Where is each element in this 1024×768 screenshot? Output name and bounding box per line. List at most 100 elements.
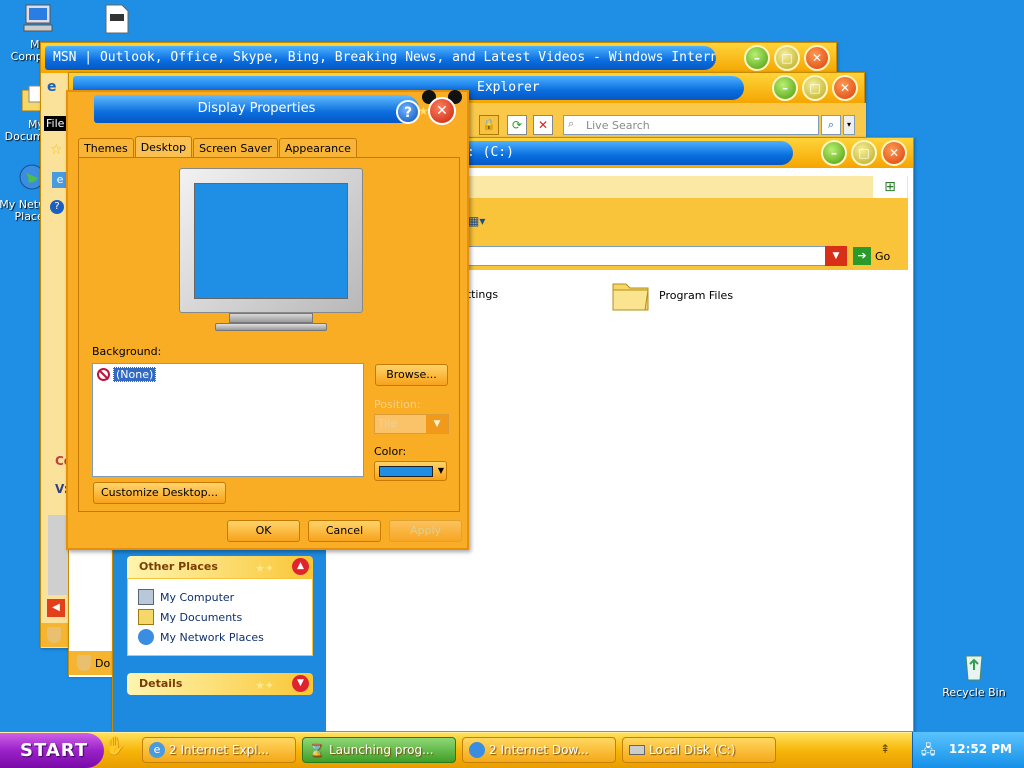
taskbar-button-label: Launching prog... <box>329 743 434 757</box>
cancel-button[interactable]: Cancel <box>308 520 381 542</box>
close-button[interactable]: ✕ <box>832 75 858 101</box>
other-places-link-my-computer[interactable]: My Computer <box>138 589 234 605</box>
favorites-star-icon[interactable]: ☆ <box>50 142 63 158</box>
other-places-body: My Computer My Documents My Network Plac… <box>127 578 313 656</box>
folder-icon <box>612 283 649 311</box>
tab-desktop[interactable]: Desktop <box>134 136 193 158</box>
tab-appearance[interactable]: Appearance <box>278 138 357 158</box>
other-places-link-my-documents[interactable]: My Documents <box>138 609 242 625</box>
link-label: My Computer <box>160 590 235 604</box>
network-small-icon <box>138 629 154 645</box>
status-text: Do <box>95 657 111 670</box>
my-computer-small-icon <box>138 589 154 605</box>
scroll-left-button[interactable]: ◀ <box>47 599 65 617</box>
monitor-base <box>215 323 327 331</box>
position-select[interactable]: Tile ▼ <box>374 414 449 434</box>
network-tray-icon[interactable]: 🖧 <box>921 741 936 763</box>
my-computer-icon <box>23 4 53 32</box>
minimize-button[interactable]: – <box>772 75 798 101</box>
taskbar-button-internet-explorer[interactable]: e 2 Internet Expl... <box>142 737 296 763</box>
chevron-down-icon: ▼ <box>437 466 444 475</box>
desktop-icon-recycle-bin[interactable]: Recycle Bin <box>938 650 1010 699</box>
dialog-close-button[interactable]: ✕ <box>428 97 456 125</box>
browse-button[interactable]: Browse... <box>375 364 448 386</box>
desktop-tab-panel: Background: (None) Browse... Position: T… <box>78 157 460 512</box>
no-image-icon <box>97 368 110 381</box>
collapse-chevron-icon[interactable]: ▲ <box>292 558 309 575</box>
clock[interactable]: 12:52 PM <box>949 742 1012 756</box>
go-label: Go <box>875 249 891 263</box>
stars-decoration: ★✦ <box>255 562 275 575</box>
link-label: My Network Places <box>160 630 264 644</box>
search-dropdown-button[interactable]: ▾ <box>843 115 855 135</box>
taskbar-button-label: 2 Internet Dow... <box>489 743 589 757</box>
taskbar-button-launching[interactable]: ⌛ Launching prog... <box>302 737 456 763</box>
background-list[interactable]: (None) <box>92 363 364 477</box>
file-icon <box>105 4 129 34</box>
chevron-down-icon: ▼ <box>426 415 448 433</box>
position-label: Position: <box>374 398 421 411</box>
stop-button[interactable]: ✕ <box>533 115 553 135</box>
tray-scroll-icon[interactable]: ⇞ <box>880 742 890 756</box>
desktop-icon-file[interactable] <box>104 4 130 34</box>
window-title: MSN | Outlook, Office, Skype, Bing, Brea… <box>45 46 716 70</box>
address-dropdown-button[interactable]: ▼ <box>825 246 847 266</box>
minimize-button[interactable]: – <box>821 140 847 166</box>
tab-themes[interactable]: Themes <box>78 138 134 158</box>
titlebar[interactable]: MSN | Outlook, Office, Skype, Bing, Brea… <box>41 43 836 73</box>
refresh-button[interactable]: ⟳ <box>507 115 527 135</box>
tab-screen-saver[interactable]: Screen Saver <box>193 138 278 158</box>
search-icon: ⌕ <box>568 117 575 130</box>
shield-icon <box>47 627 61 643</box>
my-documents-small-icon <box>138 609 154 625</box>
color-picker-button[interactable]: ▼ <box>374 461 447 481</box>
ie-logo-icon: e <box>47 79 57 95</box>
shield-icon <box>77 655 91 671</box>
customize-desktop-button[interactable]: Customize Desktop... <box>93 482 226 504</box>
link-label: My Documents <box>160 610 243 624</box>
mickey-hand-decoration: ✋ <box>104 736 127 757</box>
background-item-label: (None) <box>113 367 157 382</box>
go-arrow-icon: ➔ <box>853 247 871 265</box>
ie-icon: e <box>149 742 165 758</box>
address-input[interactable] <box>468 246 828 266</box>
help-button[interactable]: ? <box>396 100 420 124</box>
system-tray: 🖧 12:52 PM <box>912 732 1024 768</box>
globe-icon <box>469 742 485 758</box>
stars-decoration: ★✦ <box>255 679 275 692</box>
other-places-header[interactable]: Other Places ★✦ ▲ <box>127 556 313 578</box>
file-item-program-files[interactable]: Program Files <box>611 276 733 314</box>
go-button[interactable]: ➔ Go <box>853 246 890 266</box>
views-button[interactable]: ▦▾ <box>468 214 496 232</box>
maximize-button[interactable]: □ <box>774 45 800 71</box>
search-go-button[interactable]: ⌕ <box>821 115 841 135</box>
details-header[interactable]: Details ★✦ ▼ <box>127 673 313 695</box>
hourglass-icon: ⌛ <box>309 743 324 757</box>
taskbar-button-local-disk[interactable]: Local Disk (C:) <box>622 737 776 763</box>
color-label: Color: <box>374 445 407 458</box>
close-button[interactable]: ✕ <box>881 140 907 166</box>
monitor-screen <box>194 183 348 299</box>
expand-chevron-icon[interactable]: ▼ <box>292 675 309 692</box>
other-places-link-my-network-places[interactable]: My Network Places <box>138 629 264 645</box>
display-properties-dialog[interactable]: Display Properties ★ ★ ? ✕ Themes Deskto… <box>66 90 469 550</box>
drive-icon <box>629 745 645 755</box>
close-button[interactable]: ✕ <box>804 45 830 71</box>
background-list-item[interactable]: (None) <box>97 367 157 382</box>
windows-logo-icon: ⊞ <box>873 176 907 198</box>
desktop-icon-label: Recycle Bin <box>942 686 1006 699</box>
file-menu[interactable]: File <box>44 116 67 131</box>
search-box[interactable]: ⌕ Live Search <box>563 115 819 135</box>
search-input[interactable]: Live Search <box>586 119 650 132</box>
file-item-label: Program Files <box>659 288 734 302</box>
help-icon-small[interactable]: ? <box>50 200 64 214</box>
maximize-button[interactable]: □ <box>851 140 877 166</box>
ok-button[interactable]: OK <box>227 520 300 542</box>
maximize-button[interactable]: □ <box>802 75 828 101</box>
taskbar-button-label: 2 Internet Expl... <box>169 743 269 757</box>
taskbar-button-label: Local Disk (C:) <box>649 743 736 757</box>
start-button[interactable]: START <box>0 733 104 768</box>
apply-button[interactable]: Apply <box>389 520 462 542</box>
taskbar-button-internet-download[interactable]: 2 Internet Dow... <box>462 737 616 763</box>
minimize-button[interactable]: – <box>744 45 770 71</box>
